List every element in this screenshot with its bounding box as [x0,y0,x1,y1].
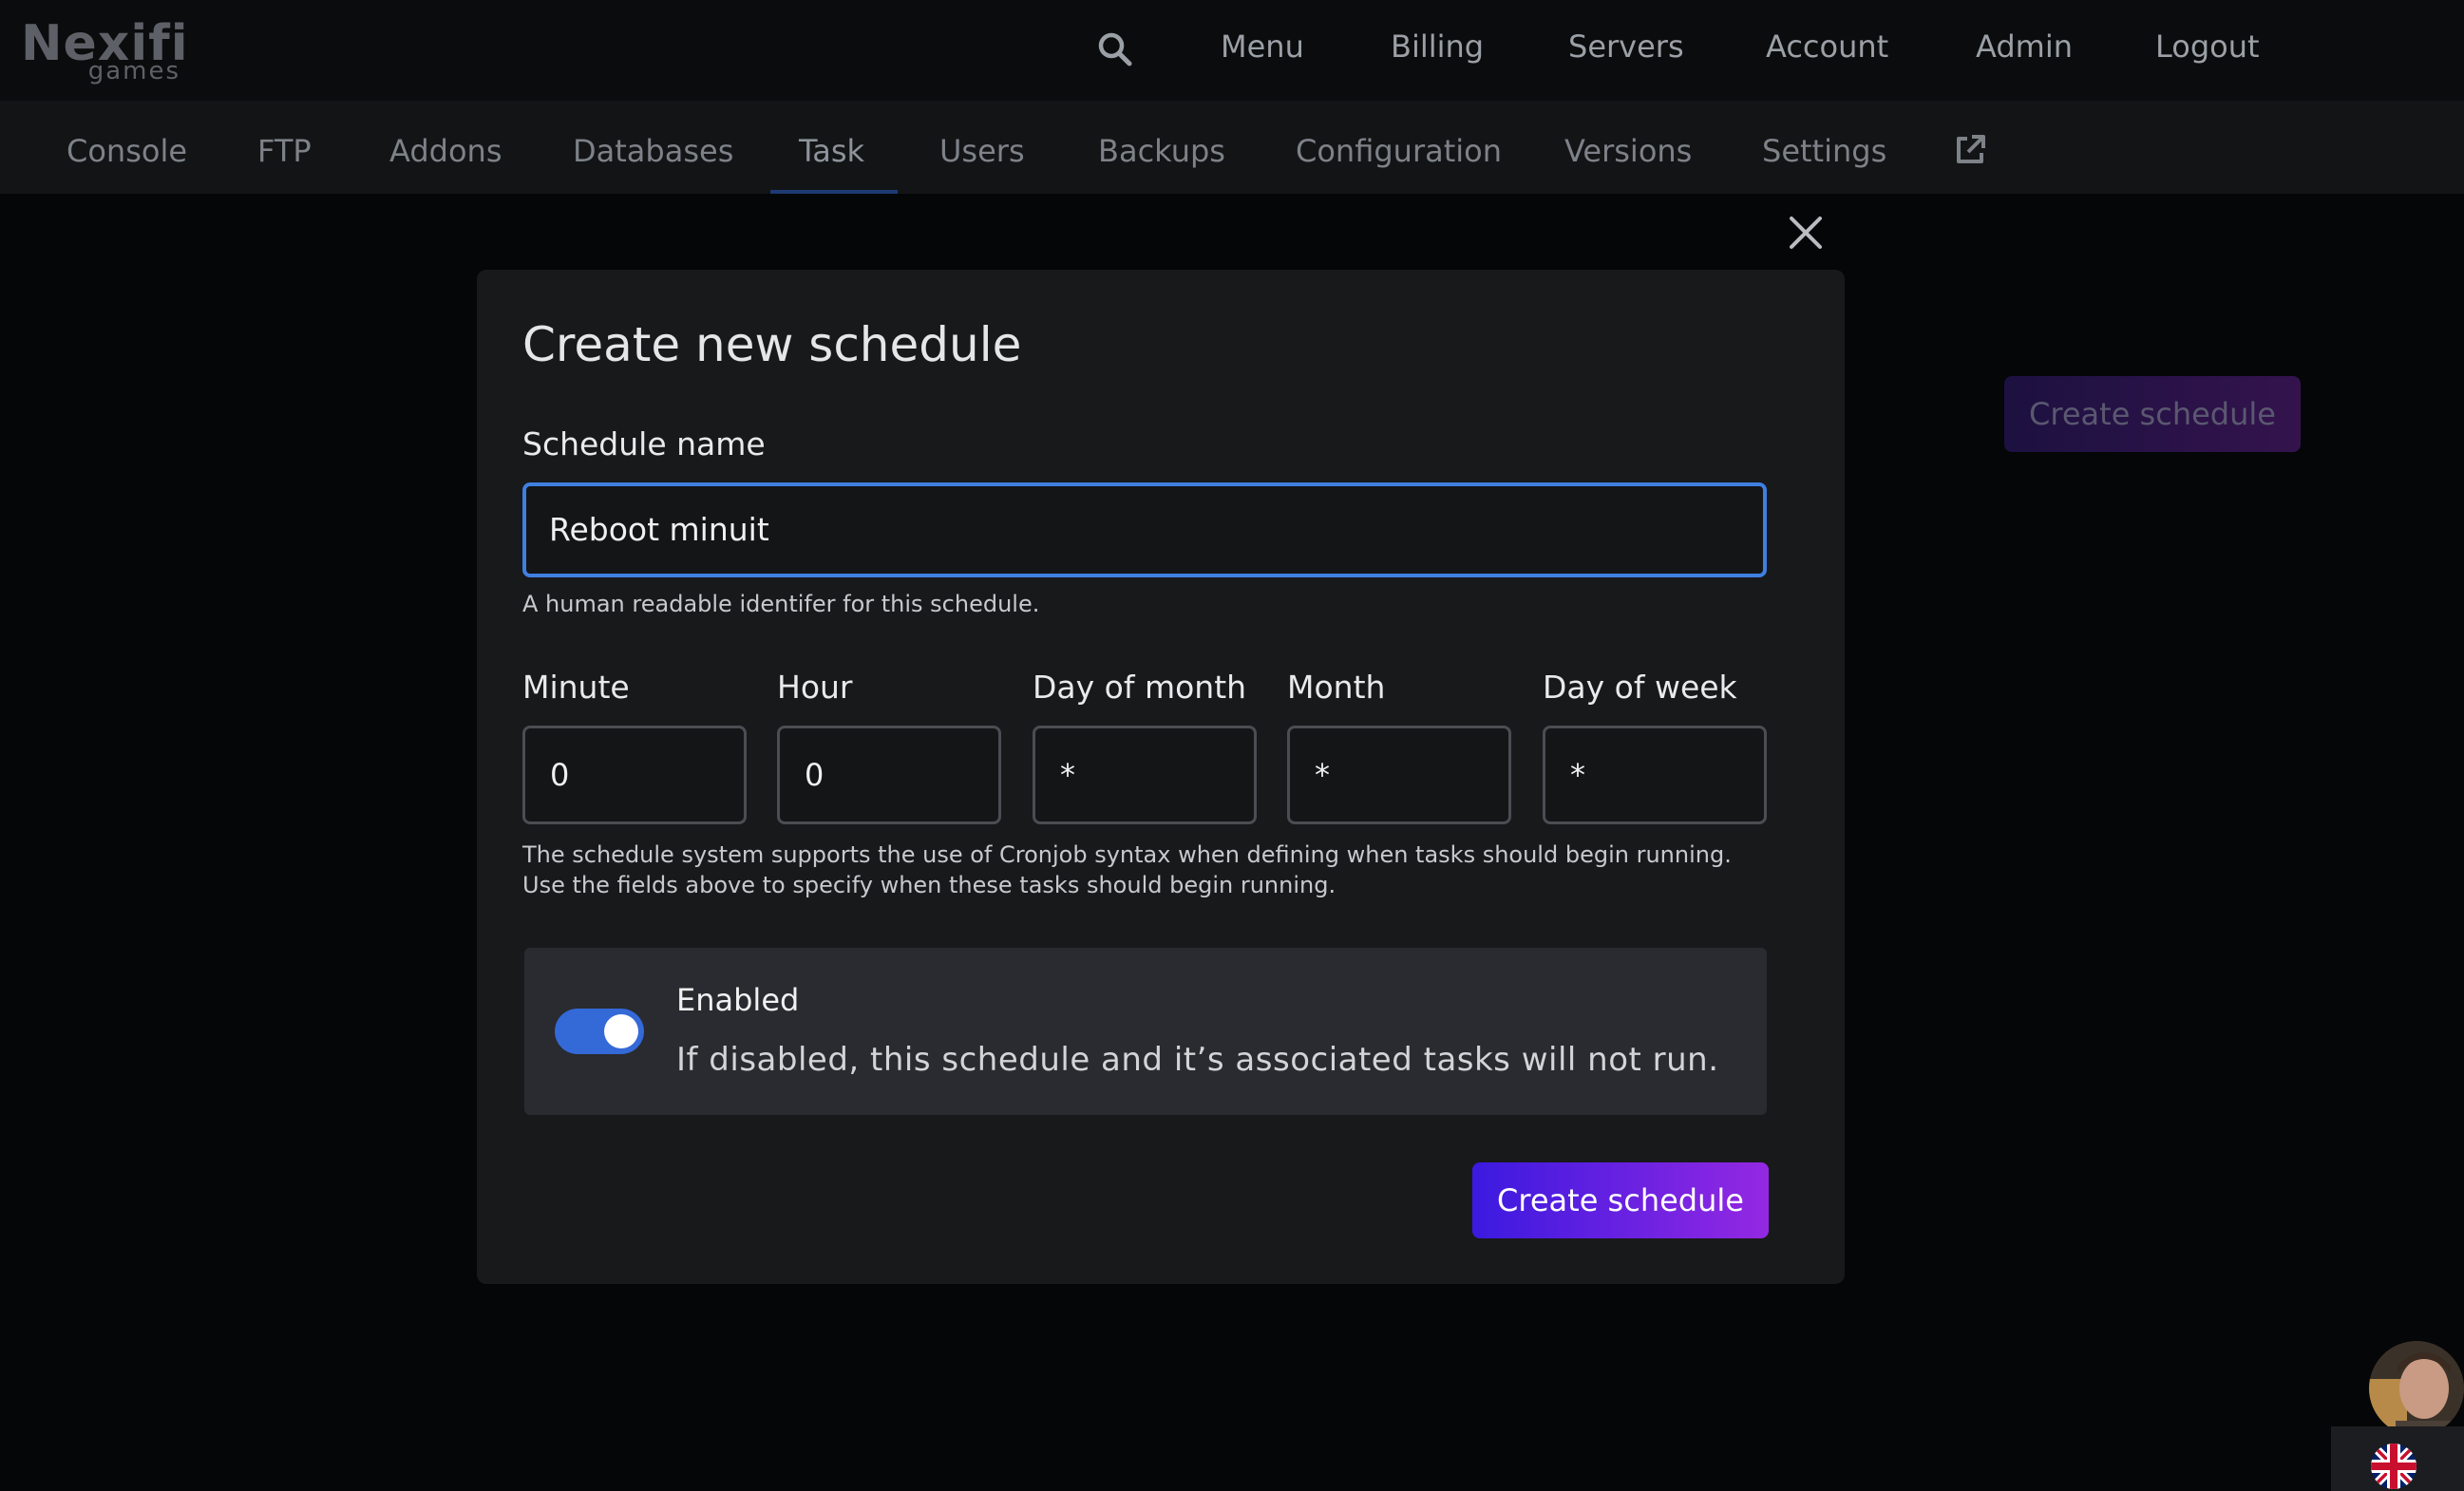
active-tab-indicator [770,190,898,194]
nav-servers[interactable]: Servers [1568,28,1684,65]
tab-configuration[interactable]: Configuration [1296,133,1502,169]
tab-console[interactable]: Console [66,133,187,169]
create-schedule-modal: Create new schedule Schedule name Reboot… [477,270,1845,1284]
cron-helper-line1: The schedule system supports the use of … [522,841,1732,868]
schedule-name-helper: A human readable identifer for this sche… [522,591,1040,617]
close-icon[interactable] [1786,213,1826,253]
day-of-week-label: Day of week [1543,669,1737,706]
tab-backups[interactable]: Backups [1098,133,1225,169]
nav-admin[interactable]: Admin [1976,28,2073,65]
schedule-name-input[interactable]: Reboot minuit [522,482,1767,577]
minute-input[interactable]: 0 [522,726,747,824]
tab-databases[interactable]: Databases [573,133,733,169]
page-create-schedule-button[interactable]: Create schedule [2004,376,2301,452]
month-label: Month [1287,669,1386,706]
schedule-name-label: Schedule name [522,425,766,462]
minute-label: Minute [522,669,630,706]
enabled-toggle[interactable] [555,1009,644,1054]
language-selector[interactable] [2331,1426,2464,1491]
nav-menu[interactable]: Menu [1221,28,1304,65]
day-of-week-input[interactable]: * [1543,726,1767,824]
toggle-knob [604,1014,638,1048]
tab-addons[interactable]: Addons [389,133,502,169]
enabled-description: If disabled, this schedule and it’s asso… [676,1041,1719,1079]
nav-billing[interactable]: Billing [1391,28,1484,65]
tab-versions[interactable]: Versions [1564,133,1692,169]
enabled-title: Enabled [676,982,800,1018]
enabled-panel: Enabled If disabled, this schedule and i… [524,948,1767,1115]
logo-subtext: games [87,57,180,85]
nav-account[interactable]: Account [1766,28,1888,65]
tab-ftp[interactable]: FTP [257,133,312,169]
modal-title: Create new schedule [522,317,1022,372]
tab-task[interactable]: Task [799,133,864,169]
hour-label: Hour [777,669,853,706]
nexifi-logo[interactable]: Nexifi games [21,15,192,85]
cron-helper-line2: Use the fields above to specify when the… [522,872,1336,898]
uk-flag-icon [2371,1444,2417,1489]
avatar[interactable] [2369,1341,2464,1436]
create-schedule-submit-button[interactable]: Create schedule [1472,1162,1769,1238]
nav-logout[interactable]: Logout [2155,28,2260,65]
top-navbar: Nexifi games Menu Billing Servers Accoun… [0,0,2464,101]
day-of-month-input[interactable]: * [1033,726,1257,824]
tab-settings[interactable]: Settings [1762,133,1886,169]
day-of-month-label: Day of month [1033,669,1247,706]
hour-input[interactable]: 0 [777,726,1001,824]
search-icon[interactable] [1096,30,1134,68]
server-tabbar: Console FTP Addons Databases Task Users … [0,101,2464,194]
external-link-icon[interactable] [1951,131,1989,169]
tab-users[interactable]: Users [939,133,1025,169]
month-input[interactable]: * [1287,726,1511,824]
